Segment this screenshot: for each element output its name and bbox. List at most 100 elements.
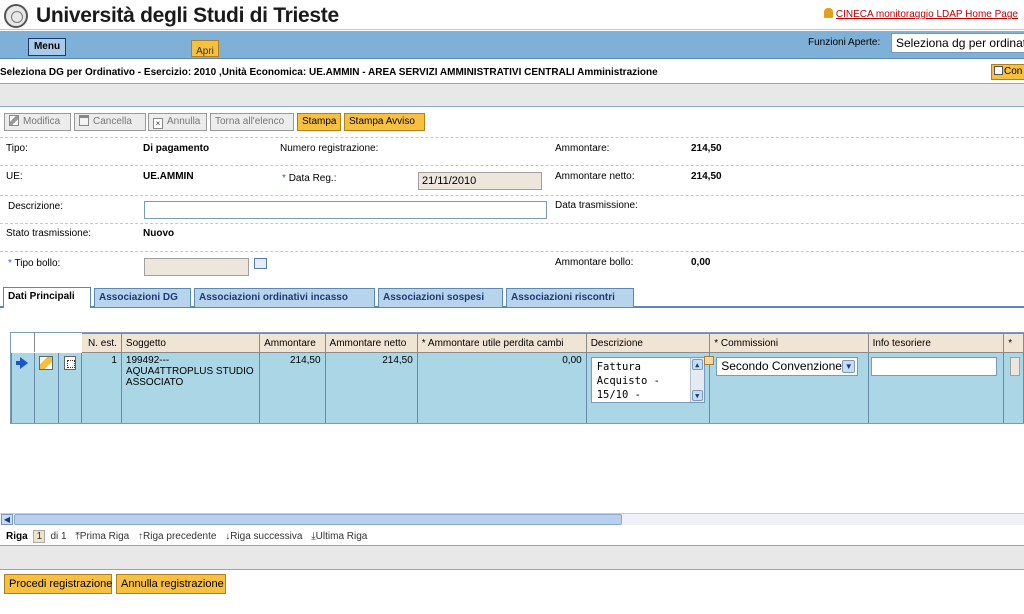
col-n-est[interactable]: N. est. [81, 333, 122, 353]
scroll-down-icon[interactable]: ▼ [691, 390, 703, 401]
stampa-avviso-button[interactable]: Stampa Avviso [344, 113, 425, 131]
annulla-label: Annulla [167, 116, 201, 127]
message-band [0, 83, 1024, 107]
cell-perdita-cambi: 0,00 [416, 352, 587, 423]
cell-descrizione: Fattura Acquisto - 15/10 - ▲ ▼ [585, 352, 715, 423]
tab-associazioni-sospesi[interactable]: Associazioni sospesi [378, 288, 503, 307]
col-info-tesoriere[interactable]: Info tesoriere [867, 333, 1005, 353]
descrizione-text: Fattura Acquisto - 15/10 - [596, 361, 660, 401]
ammontare-label: Ammontare: [555, 143, 610, 154]
menu-button[interactable]: Menu [28, 38, 66, 56]
edit-pencil-icon[interactable] [39, 356, 54, 370]
user-icon [823, 8, 833, 18]
tipo-bollo-field[interactable] [144, 258, 249, 276]
table-row[interactable]: 1 199492---AQUA4TTROPLUS STUDIO ASSOCIAT… [11, 352, 1024, 423]
ammontare-value: 214,50 [691, 143, 722, 154]
tab-associazioni-ordinativi-incasso[interactable]: Associazioni ordinativi incasso [194, 288, 375, 307]
commissioni-value: Secondo Convenzione [721, 359, 842, 373]
stato-trasmissione-label: Stato trasmissione: [6, 228, 92, 239]
col-extra[interactable]: * [1003, 333, 1024, 353]
data-trasmissione-label: Data trasmissione: [555, 200, 638, 211]
header-blank [57, 333, 83, 353]
col-ammontare-perdita-cambi[interactable]: * Ammontare utile perdita cambi [416, 333, 587, 353]
cell-n-est: 1 [81, 352, 122, 423]
apri-button[interactable]: Apri [191, 40, 219, 57]
col-ammontare[interactable]: Ammontare [259, 333, 326, 353]
extra-field[interactable] [1010, 357, 1021, 376]
numero-registrazione-label: Numero registrazione: [280, 143, 379, 154]
ue-label: UE: [6, 171, 23, 182]
tipo-bollo-label-text: Tipo bollo: [14, 258, 61, 269]
required-mark: * [8, 258, 12, 269]
ammontare-netto-label: Ammontare netto: [555, 171, 635, 182]
detail-cell[interactable] [57, 352, 83, 423]
funzioni-aperte-select[interactable]: Seleziona dg per ordinativo [891, 33, 1024, 53]
cancella-label: Cancella [93, 116, 132, 127]
data-grid: N. est. Soggetto Ammontare Ammontare net… [10, 332, 1024, 424]
col-descrizione[interactable]: Descrizione [585, 333, 711, 353]
tab-associazioni-dg[interactable]: Associazioni DG [94, 288, 191, 307]
ultima-riga-label: Ultima Riga [315, 531, 368, 542]
scroll-up-icon[interactable]: ▲ [691, 359, 703, 370]
descrizione-label: Descrizione: [8, 201, 64, 212]
modifica-button[interactable]: Modifica [4, 113, 71, 131]
annulla-button[interactable]: × Annulla [148, 113, 207, 131]
data-reg-label: * Data Reg.: [282, 173, 337, 184]
cancel-doc-icon: × [153, 118, 163, 129]
detail-document-icon[interactable] [63, 356, 76, 370]
annulla-registrazione-button[interactable]: Annulla registrazione [116, 574, 226, 594]
divider [0, 137, 1024, 138]
ammontare-bollo-label: Ammontare bollo: [555, 257, 634, 268]
col-commissioni[interactable]: * Commissioni [709, 333, 869, 353]
riga-precedente-label: Riga precedente [143, 531, 217, 542]
divider [0, 251, 1024, 252]
col-ammontare-netto[interactable]: Ammontare netto [324, 333, 418, 353]
ultima-riga-link[interactable]: ⤓Ultima Riga [311, 531, 367, 542]
divider [0, 165, 1024, 166]
chevron-down-icon[interactable]: ▼ [842, 360, 856, 373]
stampa-button[interactable]: Stampa [297, 113, 341, 131]
descrizione-textarea[interactable]: Fattura Acquisto - 15/10 - ▲ ▼ [590, 357, 705, 403]
data-reg-field[interactable]: 21/11/2010 [418, 172, 542, 190]
cell-info-tesoriere [867, 352, 1005, 423]
note-icon[interactable] [704, 356, 715, 365]
con-button[interactable]: Con [991, 64, 1024, 80]
commissioni-select[interactable]: Secondo Convenzione ▼ [716, 357, 859, 376]
col-soggetto[interactable]: Soggetto [120, 333, 261, 353]
cell-ammontare: 214,50 [259, 352, 326, 423]
torna-elenco-button[interactable]: Torna all'elenco [210, 113, 294, 131]
cancella-button[interactable]: Cancella [74, 113, 146, 131]
scroll-left-icon[interactable]: ◀ [1, 514, 13, 525]
lookup-icon[interactable] [254, 258, 267, 269]
grid-icon [994, 66, 1003, 75]
tipo-bollo-label: * Tipo bollo: [8, 258, 60, 269]
horizontal-scrollbar[interactable]: ◀ [0, 513, 1024, 525]
current-row-input[interactable]: 1 [33, 530, 46, 543]
tab-dati-principali[interactable]: Dati Principali [3, 287, 91, 308]
tipo-value: Di pagamento [143, 143, 210, 154]
prima-riga-link[interactable]: ⤒Prima Riga [75, 531, 129, 542]
current-row-arrow-icon [16, 357, 28, 369]
scrollbar-thumb[interactable] [14, 514, 622, 525]
cell-commissioni: Secondo Convenzione ▼ [709, 352, 869, 423]
textarea-scrollbar[interactable]: ▲ ▼ [689, 358, 704, 402]
funzioni-aperte-label: Funzioni Aperte: [808, 37, 881, 48]
descrizione-input[interactable] [144, 201, 547, 219]
trash-icon [79, 115, 89, 126]
tab-associazioni-riscontri[interactable]: Associazioni riscontri [506, 288, 634, 307]
edit-cell[interactable] [34, 352, 59, 423]
riga-precedente-link[interactable]: ↑Riga precedente [138, 531, 216, 542]
ammontare-bollo-value: 0,00 [691, 257, 711, 268]
stato-trasmissione-value: Nuovo [143, 228, 175, 239]
modifica-label: Modifica [23, 116, 61, 127]
riga-successiva-link[interactable]: ↓Riga successiva [225, 531, 302, 542]
procedi-registrazione-button[interactable]: Procedi registrazione [4, 574, 112, 594]
ue-value: UE.AMMIN [143, 171, 194, 182]
row-selector-cell[interactable] [11, 352, 36, 423]
data-reg-label-text: Data Reg.: [288, 173, 337, 184]
row-pager: Riga 1 di 1 ⤒Prima Riga ↑Riga precedente … [6, 530, 367, 543]
info-tesoriere-input[interactable] [870, 357, 997, 376]
divider [0, 195, 1024, 196]
cineca-home-link[interactable]: CINECA monitoraggio LDAP Home Page [823, 8, 1018, 20]
cineca-home-link-text[interactable]: CINECA monitoraggio LDAP Home Page [836, 9, 1018, 20]
